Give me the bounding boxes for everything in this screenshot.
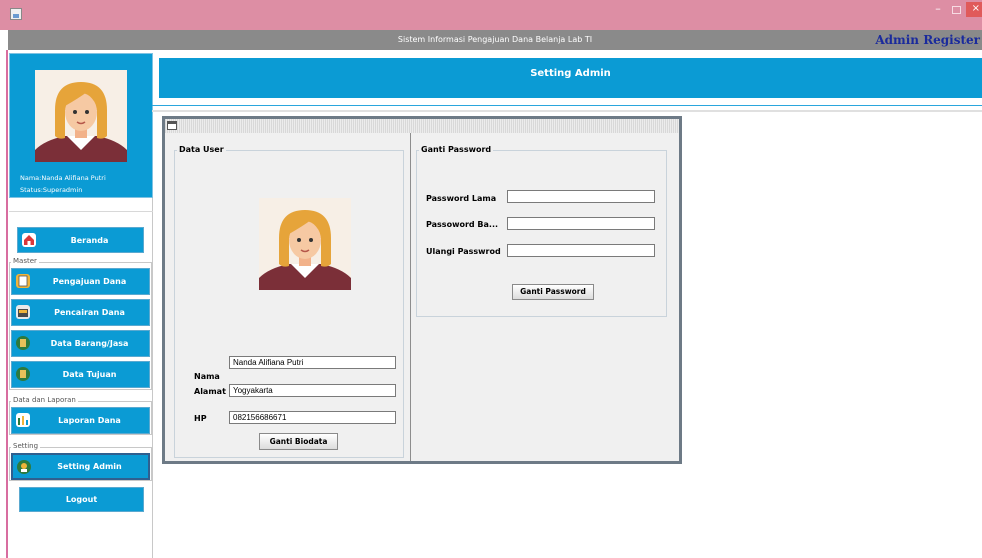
bar-chart-icon: [16, 413, 30, 427]
sidebar-item-label: Pengajuan Dana: [52, 277, 127, 286]
sidebar-item-label: Data Barang/Jasa: [50, 339, 129, 348]
profile-name: Nama:Nanda Alifiana Putri: [20, 174, 106, 182]
admin-register-menu[interactable]: Admin Register: [868, 30, 982, 50]
sidebar-item-label: Setting Admin: [57, 462, 122, 471]
setting-group-label: Setting: [11, 442, 41, 450]
badge-icon: [16, 336, 30, 350]
new-password-label: Passoword Ba...: [426, 220, 499, 229]
woman-avatar-icon: [35, 70, 127, 162]
app-window-icon: [10, 8, 22, 20]
sidebar-item-label: Pencairan Dana: [54, 308, 125, 317]
profile-status: Status:Superadmin: [20, 186, 83, 194]
cash-register-icon: [16, 305, 30, 319]
data-user-legend: Data User: [177, 145, 226, 154]
alamat-label: Alamat: [194, 387, 226, 396]
sidebar-item-laporan-dana[interactable]: Laporan Dana: [11, 407, 150, 434]
hp-input[interactable]: 082156686671: [229, 411, 396, 424]
hp-label: HP: [194, 414, 207, 423]
sidebar-item-setting-admin[interactable]: Setting Admin: [11, 453, 150, 480]
sidebar-item-data-barang-jasa[interactable]: Data Barang/Jasa: [11, 330, 150, 357]
sidebar-item-label: Data Tujuan: [62, 370, 117, 379]
split-pane-divider[interactable]: [410, 133, 411, 461]
close-button[interactable]: ×: [966, 2, 982, 17]
sidebar-item-label: Laporan Dana: [58, 416, 121, 425]
repeat-password-label: Ulangi Passwrod: [426, 247, 501, 256]
change-password-legend: Ganti Password: [419, 145, 494, 154]
home-button[interactable]: Beranda: [17, 227, 144, 253]
home-icon: [22, 233, 36, 247]
logout-button-label: Logout: [65, 495, 98, 504]
new-password-input[interactable]: [507, 217, 655, 230]
content-separator: [152, 105, 982, 106]
maximize-button[interactable]: [949, 4, 963, 16]
repeat-password-input[interactable]: [507, 244, 655, 257]
master-group-label: Master: [11, 257, 39, 265]
app-title: Sistem Informasi Pengajuan Dana Belanja …: [397, 35, 593, 44]
sidebar-item-pencairan-dana[interactable]: Pencairan Dana: [11, 299, 150, 326]
old-password-input[interactable]: [507, 190, 655, 203]
report-group-label: Data dan Laporan: [11, 396, 78, 404]
alamat-input[interactable]: Yogyakarta: [229, 384, 396, 397]
ganti-biodata-button[interactable]: Ganti Biodata: [259, 433, 338, 450]
badge-icon: [16, 367, 30, 381]
sidebar-item-data-tujuan[interactable]: Data Tujuan: [11, 361, 150, 388]
internal-frame-titlebar[interactable]: [165, 119, 679, 133]
sidebar-item-pengajuan-dana[interactable]: Pengajuan Dana: [11, 268, 150, 295]
woman-avatar-icon: [259, 198, 351, 290]
ganti-password-button[interactable]: Ganti Password: [512, 284, 594, 300]
home-button-label: Beranda: [70, 235, 109, 245]
old-password-label: Password Lama: [426, 194, 497, 203]
nama-label: Nama: [194, 372, 220, 381]
minimize-button[interactable]: –: [931, 3, 945, 16]
document-icon: [16, 274, 30, 288]
window-titlebar: [0, 0, 982, 30]
admin-gear-icon: [17, 460, 31, 474]
content-separator-shadow: [152, 110, 982, 112]
window-icon: [167, 121, 177, 130]
nama-input[interactable]: Nanda Alifiana Putri: [229, 356, 396, 369]
logout-button[interactable]: Logout: [19, 487, 144, 512]
page-title: Setting Admin: [530, 68, 611, 79]
sidebar-separator: [9, 211, 153, 212]
window-left-border: [6, 50, 8, 558]
